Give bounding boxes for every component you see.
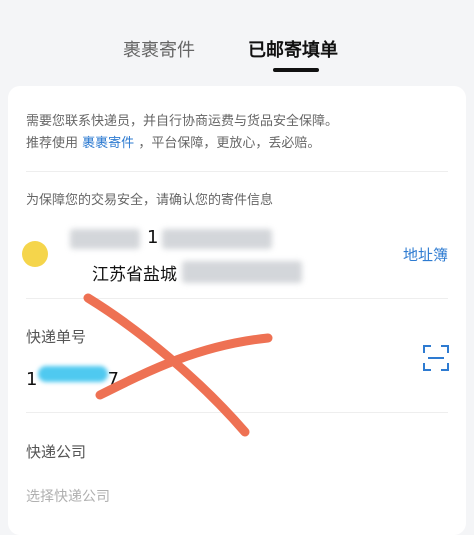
tracking-prefix: 1: [26, 369, 38, 390]
divider: [26, 412, 448, 413]
blurred-phone: [162, 229, 272, 249]
notice-line-2: 推荐使用 裹裹寄件 ，平台保障，更放心，丢必赔。: [26, 133, 456, 155]
tracking-number-label: 快递单号: [26, 328, 87, 346]
scan-icon[interactable]: [422, 344, 450, 372]
confirm-info-text: 为保障您的交易安全，请确认您的寄件信息: [26, 193, 274, 208]
notice-text: 需要您联系快递员，并自行协商运费与货品安全保障。 推荐使用 裹裹寄件 ，平台保障…: [26, 111, 456, 155]
sender-address[interactable]: 1 江苏省盐城: [22, 221, 452, 291]
address-book-button[interactable]: 地址簿: [403, 244, 448, 265]
tracking-suffix: 7: [107, 369, 119, 390]
blurred-address: [182, 261, 302, 283]
courier-select[interactable]: 选择快递公司: [26, 486, 110, 506]
blurred-name: [70, 229, 140, 249]
form-card: 需要您联系快递员，并自行协商运费与货品安全保障。 推荐使用 裹裹寄件 ，平台保障…: [8, 86, 466, 535]
divider: [26, 298, 448, 299]
sender-badge-icon: [22, 241, 48, 267]
tab-bar: 裹裹寄件 已邮寄填单: [0, 0, 474, 72]
tab-mailed-form[interactable]: 已邮寄填单: [248, 36, 338, 62]
tab-guoguo-send[interactable]: 裹裹寄件: [123, 36, 195, 62]
courier-label: 快递公司: [26, 443, 87, 461]
guoguo-send-link[interactable]: 裹裹寄件: [82, 136, 134, 151]
blue-redaction: [38, 366, 108, 382]
active-tab-indicator: [273, 68, 319, 72]
sender-province: 江苏省盐城: [92, 265, 177, 285]
notice-line-2-suffix: ，平台保障，更放心，丢必赔。: [138, 136, 321, 151]
notice-line-2-prefix: 推荐使用: [26, 136, 79, 151]
notice-line-1: 需要您联系快递员，并自行协商运费与货品安全保障。: [26, 114, 339, 129]
sender-phone: 1: [147, 227, 159, 248]
divider: [26, 171, 448, 172]
